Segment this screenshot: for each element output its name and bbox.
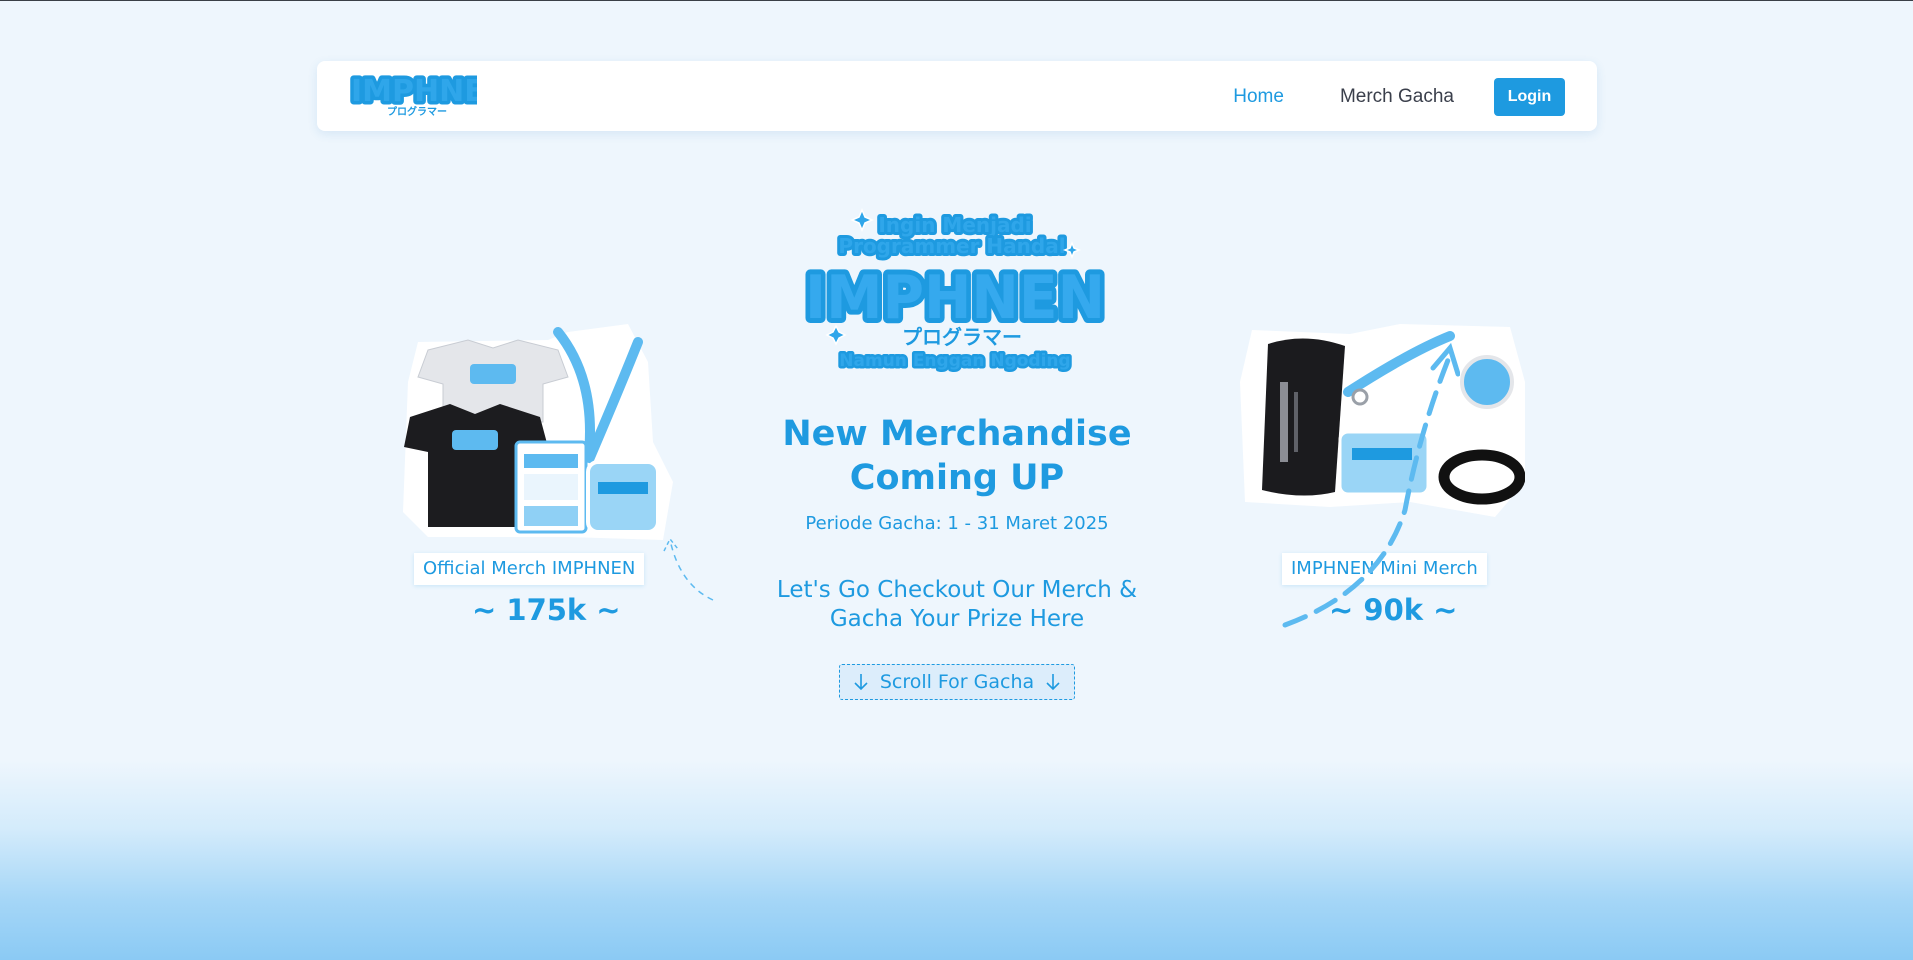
- gacha-period-text: Periode Gacha: 1 - 31 Maret 2025: [805, 513, 1109, 534]
- sticker-pack-shape: [1338, 430, 1430, 496]
- hero-headline-line1: New Merchandise: [782, 414, 1132, 454]
- mini-merch-title: IMPHNEN Mini Merch: [1282, 553, 1487, 585]
- navbar: IMPHNEN IMPHNEN プログラマー Home Merch Gacha …: [317, 61, 1597, 131]
- pin-badge-shape: [1460, 355, 1514, 409]
- scroll-for-gacha-label: Scroll For Gacha: [879, 671, 1035, 693]
- sparkle-icon: [1062, 240, 1082, 260]
- svg-text:IMPHNEN: IMPHNEN: [805, 263, 1105, 333]
- hero-headline: New Merchandise Coming UP: [756, 412, 1158, 500]
- hero-cta-line1: Let's Go Checkout Our Merch &: [776, 577, 1138, 603]
- sticker-pack-shape: [586, 460, 660, 534]
- arrow-down-icon: [1046, 674, 1060, 691]
- hero-cta-line2: Gacha Your Prize Here: [829, 606, 1085, 632]
- mini-merch-price: ~ 90k ~: [1329, 593, 1458, 627]
- svg-text:IMPHNEN: IMPHNEN: [351, 74, 477, 109]
- shirt-print-shape: [452, 430, 498, 450]
- official-merch-price: ~ 175k ~: [472, 593, 621, 627]
- official-merch-title: Official Merch IMPHNEN: [414, 553, 645, 585]
- hero-logo: Ingin Menjadi Ingin Menjadi Programmer H…: [800, 208, 1110, 374]
- nav-links: Home Merch Gacha Login: [1233, 78, 1565, 116]
- svg-text:プログラマー: プログラマー: [387, 105, 447, 118]
- shirt-print-shape: [470, 364, 516, 384]
- hero-logo-bottom-text: Namun Enggan Ngoding Namun Enggan Ngodin…: [837, 349, 1073, 374]
- scroll-for-gacha-button[interactable]: Scroll For Gacha: [839, 664, 1075, 700]
- hero-logo-main-text: IMPHNEN IMPHNEN: [800, 258, 1110, 338]
- sparkle-icon: [850, 208, 874, 232]
- mini-merch-image[interactable]: [1240, 322, 1525, 522]
- imphnen-logo[interactable]: IMPHNEN IMPHNEN プログラマー: [347, 71, 478, 121]
- login-button[interactable]: Login: [1494, 78, 1565, 116]
- hero-cta-text: Let's Go Checkout Our Merch & Gacha Your…: [756, 576, 1158, 634]
- svg-text:Namun Enggan Ngoding: Namun Enggan Ngoding: [839, 351, 1070, 371]
- official-merch-image[interactable]: [398, 322, 678, 547]
- nav-home-link[interactable]: Home: [1233, 86, 1284, 108]
- hero-logo-jp-text: プログラマー: [902, 325, 1022, 349]
- arrow-down-icon: [854, 674, 868, 691]
- svg-text:Programmer Handal: Programmer Handal: [838, 234, 1065, 258]
- nav-merch-gacha-link[interactable]: Merch Gacha: [1340, 86, 1454, 108]
- window-top-border: [0, 0, 1913, 1]
- hero-headline-line2: Coming UP: [849, 458, 1065, 498]
- tumbler-shape: [1262, 338, 1345, 496]
